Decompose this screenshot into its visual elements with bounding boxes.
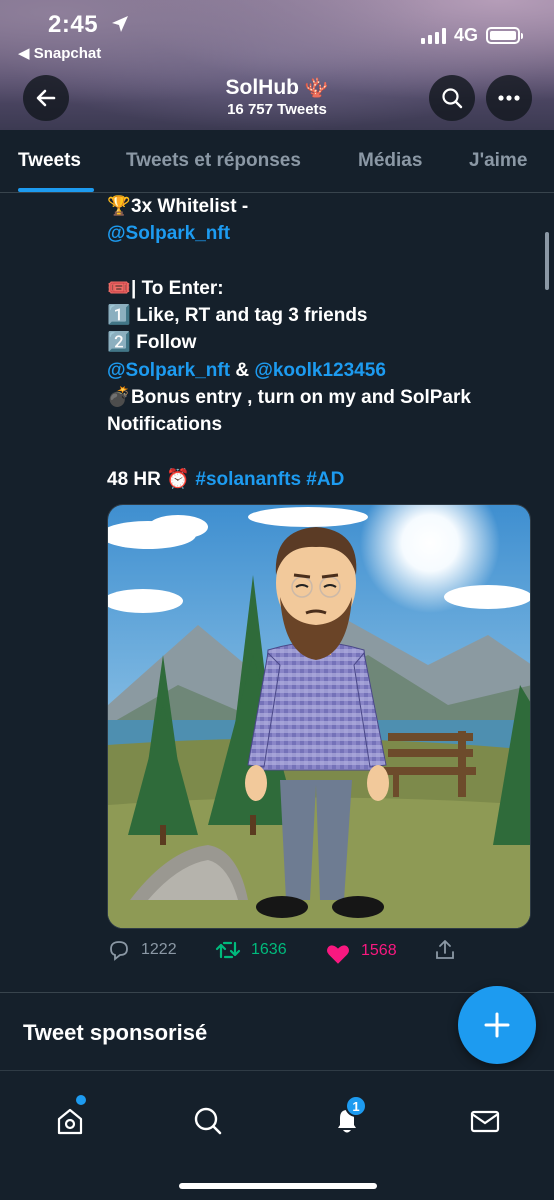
tweet-line-text: | To Enter: [131,277,224,299]
tweet-line: 💣Bonus entry , turn on my and SolPark [107,384,547,411]
trophy-emoji: 🏆 [107,196,131,217]
tweet-line-text: Bonus entry , turn on my and SolPark [131,387,471,409]
coral-emoji: 🪸 [304,78,329,99]
tweet-line: 🎟️| To Enter: [107,275,547,302]
signal-icon [420,27,446,44]
retweet-count: 1636 [251,941,287,958]
nav-notifications[interactable]: 1 [327,1095,367,1141]
battery-icon [486,27,523,44]
tweet-line: 🏆3x Whitelist - [107,193,547,220]
compose-tweet-button[interactable] [458,986,536,1064]
tweet-line-text: Follow [136,332,197,354]
like-count: 1568 [361,942,397,959]
retweet-icon [215,941,241,959]
plus-icon [484,1012,510,1038]
share-icon [436,940,454,959]
location-arrow-icon [110,14,130,39]
search-button[interactable] [429,75,475,121]
keycap-one-emoji: 1️⃣ [107,305,131,327]
tweet-actions: 1222 1636 1568 [107,938,487,970]
like-button[interactable]: 1568 [325,935,397,967]
tweet-line-text: & [230,359,255,381]
profile-name: SolHub [225,76,299,99]
profile-tabs: Tweets Tweets et réponses Médias J'aime [0,130,554,193]
nav-home[interactable] [50,1095,90,1141]
sponsored-tweet-label: Tweet sponsorisé [23,1020,208,1045]
mention-link[interactable]: @Solpark_nft [107,360,230,381]
tweet-line-text: 3x Whitelist - [131,196,249,217]
tweet-line: 48 HR ⏰ #solananfts #AD [107,466,547,493]
search-icon [194,1107,222,1135]
keycap-two-emoji: 2️⃣ [107,332,131,354]
reply-count: 1222 [141,941,177,958]
status-time: 2:45 [48,11,99,38]
bottom-navigation: 1 [0,1070,554,1200]
messages-icon [470,1110,500,1133]
status-bar: 2:45 ◀ Snapchat 4G [0,0,554,70]
tweet-line: @Solpark_nft & @koolk123456 [107,357,547,384]
tab-likes[interactable]: J'aime [469,150,527,172]
tweet-line: Notifications [107,411,547,438]
nav-messages[interactable] [465,1101,505,1141]
more-button[interactable] [486,75,532,121]
mention-link[interactable]: @Solpark_nft [107,223,230,244]
tweet-line-text: 48 HR [107,468,161,490]
status-indicators: 4G [420,25,523,46]
heart-filled-icon [327,945,349,964]
tab-tweets[interactable]: Tweets [18,150,81,172]
cartoon-avatar-illustration [108,505,530,928]
reply-button[interactable]: 1222 [107,938,177,962]
search-icon [442,88,463,109]
tab-tweets-and-replies[interactable]: Tweets et réponses [126,150,301,172]
divider [0,992,554,993]
hashtag-link[interactable]: #AD [306,469,344,490]
bomb-emoji: 💣 [107,387,131,409]
more-icon [498,95,520,101]
tweet-line: 1️⃣ Like, RT and tag 3 friends [107,302,547,329]
new-content-dot [76,1095,86,1105]
profile-header: 2:45 ◀ Snapchat 4G SolHub 🪸 16 757 Tweet… [0,0,554,130]
home-indicator[interactable] [179,1183,377,1189]
share-button[interactable] [433,938,457,962]
retweet-button[interactable]: 1636 [215,938,287,962]
tweet-line-text: Notifications [107,414,223,436]
home-icon [57,1108,83,1135]
ticket-emoji: 🎟️ [107,277,131,299]
tab-media[interactable]: Médias [358,150,422,172]
tweet-media-image[interactable] [107,504,531,929]
network-type: 4G [453,25,478,45]
tweet-line-text: Like, RT and tag 3 friends [136,305,368,327]
reply-icon [110,941,128,961]
tweet-text: 🏆3x Whitelist - @Solpark_nft 🎟️| To Ente… [107,193,547,493]
alarm-clock-emoji: ⏰ [166,468,190,490]
mention-link[interactable]: @koolk123456 [254,360,386,381]
back-to-app-link[interactable]: ◀ Snapchat [18,44,101,62]
notifications-badge: 1 [345,1095,367,1117]
active-tab-indicator [18,188,94,192]
nav-search[interactable] [188,1101,228,1141]
tweet-line: @Solpark_nft [107,220,547,247]
hashtag-link[interactable]: #solananfts [195,469,301,490]
tweet-line: 2️⃣ Follow [107,329,547,356]
